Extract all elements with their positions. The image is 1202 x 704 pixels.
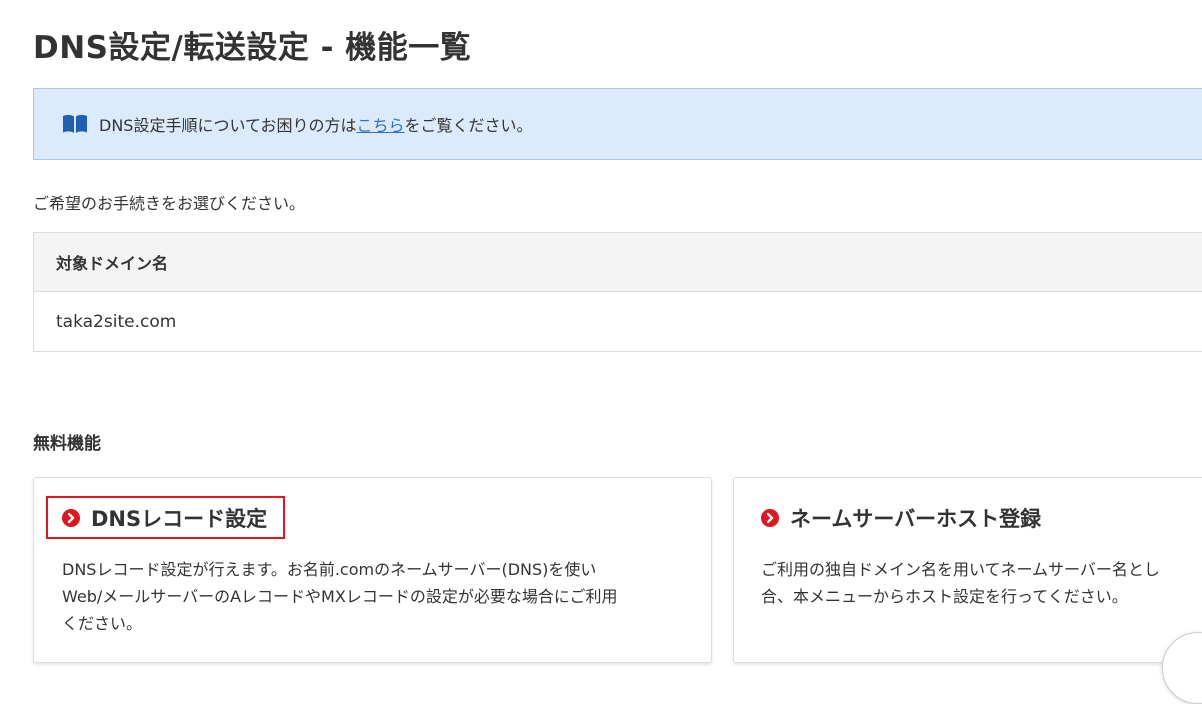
card-description: DNSレコード設定が行えます。お名前.comのネームサーバー(DNS)を使い W… [62,556,618,637]
card-description: ご利用の独自ドメイン名を用いてネームサーバー名とし 合、本メニューからホスト設定… [761,556,1160,610]
card-description-line: ご利用の独自ドメイン名を用いてネームサーバー名とし [761,560,1160,579]
card-dns-record-settings[interactable]: DNSレコード設定 DNSレコード設定が行えます。お名前.comのネームサーバー… [33,477,712,663]
card-title-label: DNSレコード設定 [91,506,268,531]
help-info-banner: DNS設定手順についてお困りの方は こちら をご覧ください。 [33,88,1202,160]
card-title-label: ネームサーバーホスト登録 [790,506,1042,531]
book-icon [63,114,87,133]
dns-record-settings-link[interactable]: DNSレコード設定 [46,496,286,539]
card-description-line: 合、本メニューからホスト設定を行ってください。 [761,587,1128,606]
help-link[interactable]: こちら [357,112,405,136]
circle-chevron-right-icon [761,508,779,527]
card-description-line: DNSレコード設定が行えます。お名前.comのネームサーバー(DNS)を使い [62,560,597,579]
domain-name-value: taka2site.com [34,292,1202,351]
domain-table: 対象ドメイン名 taka2site.com [33,232,1202,352]
circle-chevron-right-icon [62,508,80,527]
card-description-line: Web/メールサーバーのAレコードやMXレコードの設定が必要な場合にご利用 [62,587,618,606]
card-description-line: ください。 [62,614,143,633]
help-info-text: DNS設定手順についてお困りの方は [99,116,357,135]
page-title: DNS設定/転送設定 - 機能一覧 [33,30,472,66]
help-info-text-after: をご覧ください。 [404,116,533,135]
domain-table-header: 対象ドメイン名 [34,233,1202,292]
instruction-text: ご希望のお手続きをお選びください。 [33,194,306,213]
nameserver-host-registration-link[interactable]: ネームサーバーホスト登録 [761,496,1041,539]
card-nameserver-host-registration[interactable]: ネームサーバーホスト登録 ご利用の独自ドメイン名を用いてネームサーバー名とし 合… [733,477,1202,663]
section-title-free-features: 無料機能 [33,434,101,454]
